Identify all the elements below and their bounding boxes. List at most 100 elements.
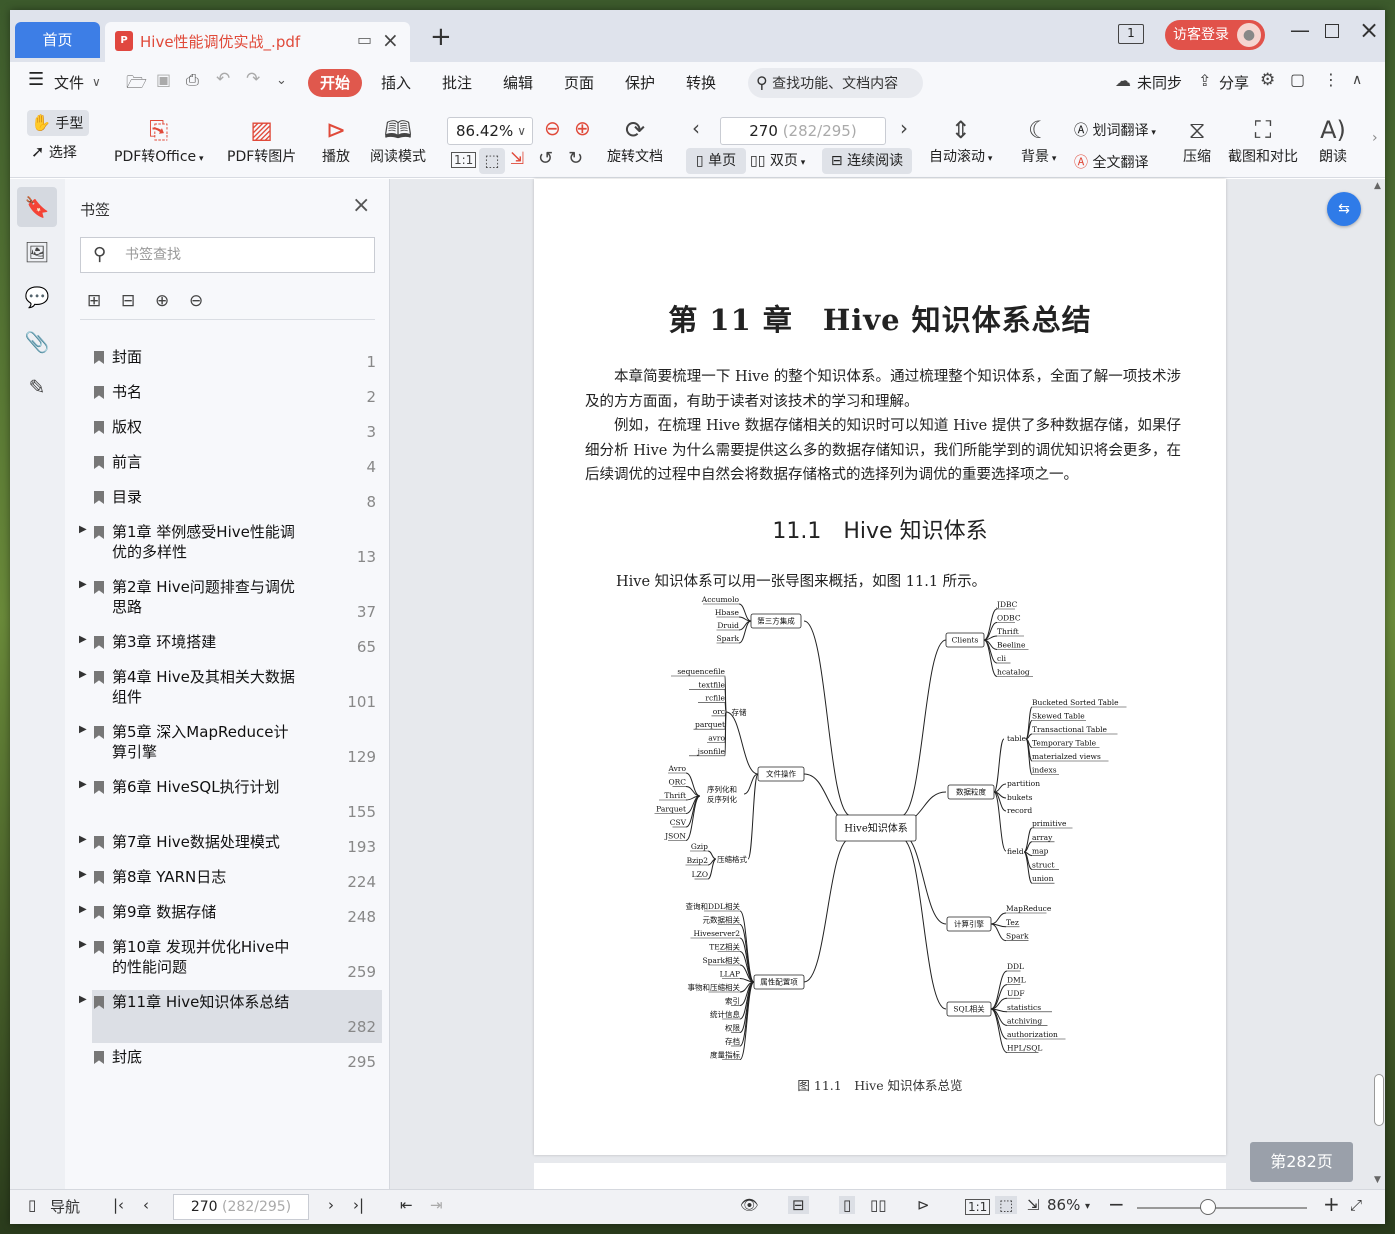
compress-button[interactable]: ⧖ 压缩 [1183,116,1211,166]
vertical-scrollbar[interactable]: ▲ ▼ [1373,179,1385,1189]
bookmark-item[interactable]: ▶ 第1章 举例感受Hive性能调优的多样性 13 [79,520,382,573]
select-tool-button[interactable]: ➚ 选择 [31,142,77,162]
forward-icon[interactable]: ⇥ [430,1196,443,1214]
expand-arrow-icon[interactable]: ▶ [79,939,87,950]
continuous-mode-icon[interactable]: ⊟ [788,1196,809,1214]
bookmark-item[interactable]: ▶ 第3章 环境搭建 65 [79,630,382,663]
expand-arrow-icon[interactable]: ▶ [79,524,87,535]
rotate-left-icon[interactable]: ↺ [538,148,553,169]
actual-size-icon[interactable]: 1:1 [965,1199,991,1215]
close-panel-icon[interactable]: × [352,193,370,218]
minimize-icon[interactable]: — [1290,18,1310,42]
add-bookmark-icon[interactable]: ⊕ [155,291,169,311]
back-icon[interactable]: ⇤ [400,1196,413,1214]
redo-icon[interactable]: ↷ [246,69,260,89]
expand-all-icon[interactable]: ⊞ [87,291,101,311]
message-icon[interactable]: ▢ [1290,70,1305,89]
continuous-read-button[interactable]: ⊟ 连续阅读 [822,148,912,174]
status-zoom-value[interactable]: 86% [1047,1196,1080,1214]
prev-page-icon[interactable]: ‹ [692,116,700,140]
page-number-input[interactable]: 270 (282/295) [720,117,886,145]
toolbar-scroll-right-icon[interactable]: › [1372,130,1378,146]
bookmark-item[interactable]: ▶ 第10章 发现并优化Hive中的性能问题 259 [79,935,382,988]
bookmark-item[interactable]: ▶ 第2章 Hive问题排查与调优思路 37 [79,575,382,628]
settings-icon[interactable]: ⚙ [1260,70,1275,90]
bookmark-item[interactable]: 封面 1 [92,345,382,378]
expand-arrow-icon[interactable]: ▶ [79,724,87,735]
double-page-button[interactable]: ▯▯ 双页 ▾ [750,148,805,174]
bookmark-search-input[interactable]: ⚲ 书签查找 [80,237,375,273]
bookmark-item[interactable]: 版权 3 [92,415,382,448]
bookmark-item[interactable]: ▶ 第4章 Hive及其相关大数据组件 101 [79,665,382,718]
pdf-to-image-button[interactable]: ▨ PDF转图片 [227,116,296,166]
menu-edit[interactable]: 编辑 [503,72,533,93]
zoom-out-icon[interactable]: ⊖ [544,116,561,140]
tab-document[interactable]: P Hive性能调优实战_.pdf ▭ × [105,22,410,62]
collapse-all-icon[interactable]: ⊟ [121,291,135,311]
menu-convert[interactable]: 转换 [686,72,716,93]
bookmark-item[interactable]: 目录 8 [92,485,382,518]
close-tab-icon[interactable]: × [382,28,399,52]
zoom-slider-knob[interactable] [1200,1199,1216,1215]
scrollbar-thumb[interactable] [1374,1074,1384,1126]
new-tab-button[interactable]: + [430,22,452,52]
hamburger-icon[interactable]: ☰ [28,69,44,90]
signature-panel-icon[interactable]: ✎ [17,367,57,407]
menu-comment[interactable]: 批注 [442,72,472,93]
fit-width-icon[interactable]: ⇲ [1027,1196,1040,1214]
fit-page-icon[interactable]: ⬚ [995,1196,1018,1214]
bookmark-item[interactable]: 书名 2 [92,380,382,413]
floating-convert-icon[interactable]: ⇆ [1327,192,1361,226]
rotate-document-button[interactable]: ⟳ 旋转文档 [607,116,663,166]
close-window-icon[interactable]: × [1359,16,1379,44]
more-vertical-icon[interactable]: ⋮ [1323,70,1339,89]
tab-home[interactable]: 首页 [15,22,100,58]
expand-arrow-icon[interactable]: ▶ [79,579,87,590]
window-count-badge[interactable]: 1 [1118,24,1144,44]
bookmark-item[interactable]: 前言 4 [92,450,382,483]
rotate-right-icon[interactable]: ↻ [568,148,583,169]
expand-arrow-icon[interactable]: ▶ [79,904,87,915]
bookmark-item[interactable]: ▶ 第9章 数据存储 248 [79,900,382,933]
bookmark-item[interactable]: ▶ 第11章 Hive知识体系总结 282 [79,990,382,1043]
pdf-to-office-button[interactable]: ⎘ PDF转Office ▾ [114,116,204,166]
more-dropdown-icon[interactable]: ⌄ [276,73,287,88]
expand-arrow-icon[interactable]: ▶ [79,669,87,680]
hand-tool-button[interactable]: ✋ 手型 [27,110,89,136]
zoom-select[interactable]: 86.42% ∨ [447,117,533,145]
navigation-icon[interactable]: ▯ [28,1196,36,1214]
full-translate-button[interactable]: Ⓐ 全文翻译 [1074,152,1148,172]
cloud-sync-icon[interactable]: ☁ [1115,71,1131,90]
eye-protection-icon[interactable]: 👁 [740,1196,759,1214]
read-mode-button[interactable]: 🕮 阅读模式 [370,116,426,166]
auto-scroll-button[interactable]: ⇕ 自动滚动 ▾ [929,116,992,166]
background-button[interactable]: ☾ 背景 ▾ [1021,116,1056,166]
zoom-in-icon[interactable]: + [1323,1192,1340,1216]
expand-arrow-icon[interactable]: ▶ [79,634,87,645]
login-button[interactable]: 访客登录 ● [1165,20,1265,50]
collapse-ribbon-icon[interactable]: ∧ [1352,72,1362,88]
share-button[interactable]: 分享 [1219,72,1249,93]
prev-page-icon[interactable]: ‹ [143,1196,149,1214]
next-page-icon[interactable]: › [328,1196,334,1214]
read-aloud-button[interactable]: A) 朗读 [1319,116,1347,166]
menu-file[interactable]: 文件 [54,72,84,93]
monitor-icon[interactable]: ▭ [357,30,372,49]
undo-icon[interactable]: ↶ [216,69,230,89]
fullscreen-icon[interactable]: ⤢ [1350,1196,1362,1214]
next-page-icon[interactable]: › [900,116,908,140]
word-translate-button[interactable]: Ⓐ 划词翻译 ▾ [1074,120,1156,140]
menu-protect[interactable]: 保护 [625,72,655,93]
bookmark-item[interactable]: ▶ 第7章 Hive数据处理模式 193 [79,830,382,863]
maximize-icon[interactable] [1325,24,1339,38]
screenshot-compare-button[interactable]: ⛶ 截图和对比 [1228,116,1298,166]
first-page-icon[interactable]: |‹ [113,1196,124,1214]
bookmark-item[interactable]: ▶ 第8章 YARN日志 224 [79,865,382,898]
zoom-in-icon[interactable]: ⊕ [574,116,591,140]
open-folder-icon[interactable]: 🗁 [126,70,147,99]
thumbnail-panel-icon[interactable]: 🖼 [17,232,57,272]
actual-size-icon[interactable]: 1:1 [451,152,477,168]
last-page-icon[interactable]: ›| [353,1196,364,1214]
zoom-out-icon[interactable]: − [1108,1192,1125,1216]
zoom-dropdown-icon[interactable]: ▾ [1085,1201,1090,1212]
